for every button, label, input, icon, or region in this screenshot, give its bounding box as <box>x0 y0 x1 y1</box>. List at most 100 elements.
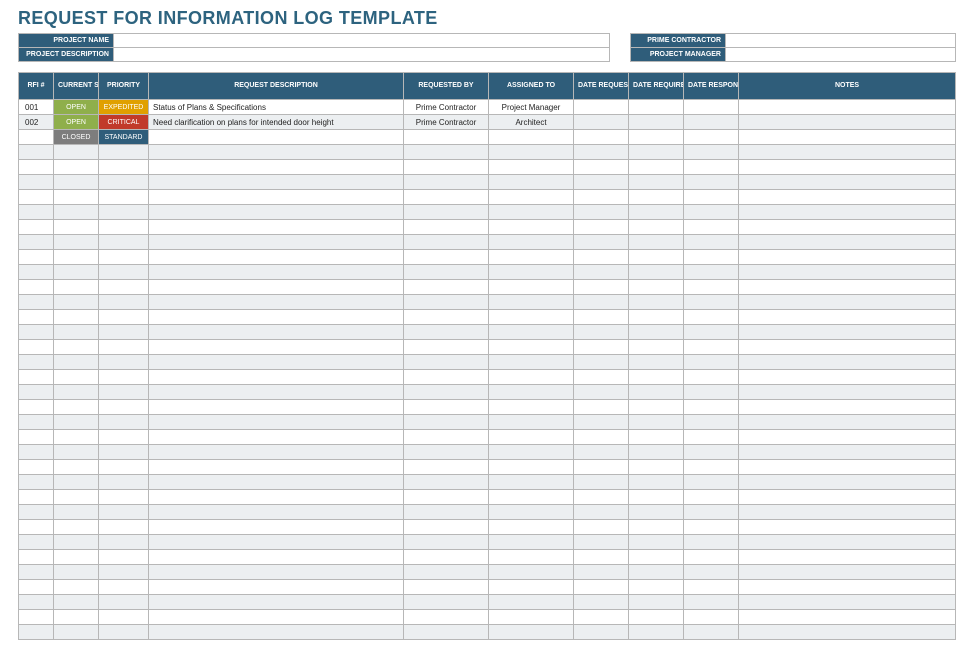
cell-date-requested[interactable] <box>574 460 629 475</box>
cell-current-status[interactable] <box>54 265 99 280</box>
cell-notes[interactable] <box>739 415 956 430</box>
cell-notes[interactable] <box>739 580 956 595</box>
cell-date-required[interactable] <box>629 370 684 385</box>
cell-description[interactable]: Need clarification on plans for intended… <box>149 115 404 130</box>
cell-date-requested[interactable] <box>574 475 629 490</box>
cell-assigned-to[interactable] <box>489 325 574 340</box>
cell-requested-by[interactable] <box>404 280 489 295</box>
cell-description[interactable]: Status of Plans & Specifications <box>149 100 404 115</box>
cell-date-responded[interactable] <box>684 100 739 115</box>
cell-requested-by[interactable] <box>404 580 489 595</box>
cell-date-responded[interactable] <box>684 280 739 295</box>
cell-assigned-to[interactable] <box>489 220 574 235</box>
cell-date-responded[interactable] <box>684 130 739 145</box>
cell-notes[interactable] <box>739 325 956 340</box>
cell-description[interactable] <box>149 445 404 460</box>
cell-current-status[interactable] <box>54 325 99 340</box>
cell-requested-by[interactable] <box>404 205 489 220</box>
cell-priority[interactable] <box>99 580 149 595</box>
cell-notes[interactable] <box>739 175 956 190</box>
cell-date-responded[interactable] <box>684 190 739 205</box>
cell-requested-by[interactable] <box>404 535 489 550</box>
cell-priority[interactable] <box>99 355 149 370</box>
cell-description[interactable] <box>149 310 404 325</box>
cell-date-responded[interactable] <box>684 175 739 190</box>
cell-assigned-to[interactable] <box>489 175 574 190</box>
cell-date-requested[interactable] <box>574 250 629 265</box>
cell-notes[interactable] <box>739 295 956 310</box>
cell-notes[interactable] <box>739 625 956 640</box>
cell-assigned-to[interactable] <box>489 550 574 565</box>
cell-description[interactable] <box>149 130 404 145</box>
cell-rfi[interactable] <box>19 370 54 385</box>
cell-date-responded[interactable] <box>684 520 739 535</box>
cell-date-responded[interactable] <box>684 505 739 520</box>
cell-priority[interactable] <box>99 400 149 415</box>
cell-priority[interactable] <box>99 520 149 535</box>
cell-requested-by[interactable] <box>404 505 489 520</box>
cell-current-status[interactable] <box>54 160 99 175</box>
cell-requested-by[interactable] <box>404 400 489 415</box>
cell-assigned-to[interactable] <box>489 535 574 550</box>
cell-date-requested[interactable] <box>574 370 629 385</box>
cell-assigned-to[interactable] <box>489 475 574 490</box>
cell-priority[interactable] <box>99 460 149 475</box>
cell-notes[interactable] <box>739 535 956 550</box>
cell-priority[interactable] <box>99 190 149 205</box>
cell-date-required[interactable] <box>629 235 684 250</box>
cell-current-status[interactable] <box>54 565 99 580</box>
cell-assigned-to[interactable] <box>489 250 574 265</box>
cell-assigned-to[interactable] <box>489 385 574 400</box>
cell-requested-by[interactable] <box>404 415 489 430</box>
cell-date-required[interactable] <box>629 190 684 205</box>
cell-current-status[interactable] <box>54 400 99 415</box>
cell-notes[interactable] <box>739 265 956 280</box>
cell-assigned-to[interactable] <box>489 265 574 280</box>
cell-date-responded[interactable] <box>684 370 739 385</box>
cell-rfi[interactable] <box>19 385 54 400</box>
cell-requested-by[interactable] <box>404 595 489 610</box>
cell-current-status[interactable] <box>54 610 99 625</box>
cell-rfi[interactable] <box>19 505 54 520</box>
cell-assigned-to[interactable] <box>489 190 574 205</box>
cell-date-requested[interactable] <box>574 445 629 460</box>
cell-description[interactable] <box>149 280 404 295</box>
cell-date-requested[interactable] <box>574 490 629 505</box>
cell-requested-by[interactable] <box>404 190 489 205</box>
cell-current-status[interactable] <box>54 520 99 535</box>
cell-date-responded[interactable] <box>684 490 739 505</box>
cell-current-status[interactable] <box>54 295 99 310</box>
cell-priority[interactable] <box>99 310 149 325</box>
cell-date-requested[interactable] <box>574 565 629 580</box>
cell-date-required[interactable] <box>629 400 684 415</box>
cell-description[interactable] <box>149 430 404 445</box>
cell-date-required[interactable] <box>629 505 684 520</box>
cell-date-requested[interactable] <box>574 505 629 520</box>
cell-requested-by[interactable] <box>404 160 489 175</box>
cell-current-status[interactable] <box>54 505 99 520</box>
cell-date-required[interactable] <box>629 310 684 325</box>
cell-date-requested[interactable] <box>574 355 629 370</box>
cell-assigned-to[interactable] <box>489 310 574 325</box>
meta-value-prime-contractor[interactable] <box>726 34 956 48</box>
cell-current-status[interactable]: CLOSED <box>54 130 99 145</box>
cell-requested-by[interactable] <box>404 520 489 535</box>
cell-notes[interactable] <box>739 250 956 265</box>
cell-notes[interactable] <box>739 205 956 220</box>
cell-date-responded[interactable] <box>684 625 739 640</box>
cell-priority[interactable] <box>99 625 149 640</box>
cell-date-required[interactable] <box>629 430 684 445</box>
cell-requested-by[interactable]: Prime Contractor <box>404 115 489 130</box>
cell-description[interactable] <box>149 565 404 580</box>
cell-description[interactable] <box>149 220 404 235</box>
cell-requested-by[interactable] <box>404 325 489 340</box>
cell-requested-by[interactable]: Prime Contractor <box>404 100 489 115</box>
cell-date-requested[interactable] <box>574 625 629 640</box>
cell-notes[interactable] <box>739 115 956 130</box>
cell-assigned-to[interactable] <box>489 280 574 295</box>
cell-notes[interactable] <box>739 355 956 370</box>
cell-priority[interactable] <box>99 535 149 550</box>
cell-rfi[interactable] <box>19 415 54 430</box>
cell-description[interactable] <box>149 580 404 595</box>
cell-assigned-to[interactable] <box>489 565 574 580</box>
